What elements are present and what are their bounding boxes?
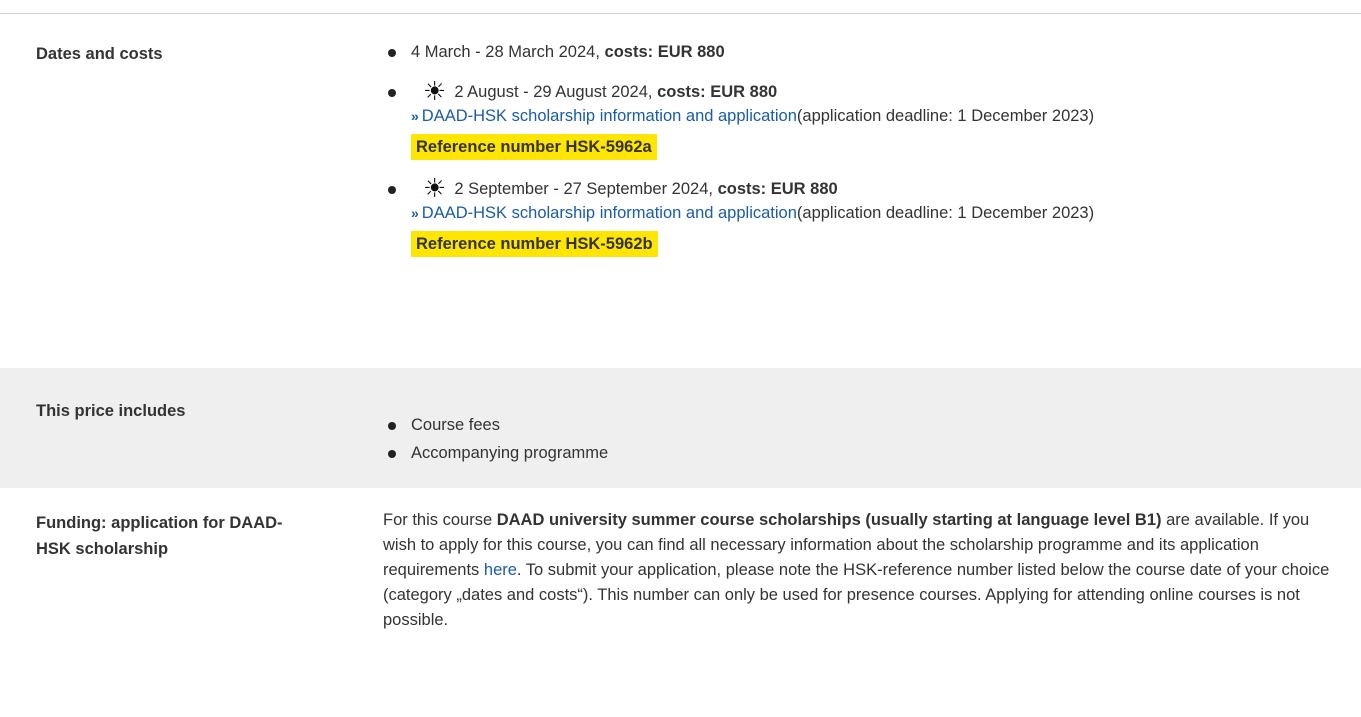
sun-icon: ☀ [423,174,447,204]
application-deadline: (application deadline: 1 December 2023) [796,107,1095,125]
funding-row: Funding: application for DAAD-HSK schola… [0,488,1361,717]
funding-label: Funding: application for DAAD-HSK schola… [36,514,283,558]
here-link[interactable]: here [484,561,517,579]
includes-list: Course fees Accompanying programme [383,413,608,469]
reference-number: Reference number HSK-5962b [411,231,658,257]
double-chevron-right-icon: » [411,108,419,124]
date-range: 2 September - 27 September 2024, [454,180,718,198]
include-item: Accompanying programme [411,444,609,462]
reference-number: Reference number HSK-5962a [411,134,657,160]
dates-costs-row: Dates and costs 4 March - 28 March 2024,… [0,14,1361,368]
date-range: 2 August - 29 August 2024, [454,83,658,101]
sun-icon: ☀ [423,77,447,107]
dates-list: 4 March - 28 March 2024, costs: EUR 880 … [383,40,1094,274]
date-item: ☀ 2 September - 27 September 2024, costs:… [383,174,1095,257]
list-item: Course fees [383,413,608,437]
date-costs: costs: EUR 880 [604,43,725,61]
date-item: ☀ 2 August - 29 August 2024, costs: EUR 8… [383,77,1095,160]
bullet [388,49,396,57]
date-costs: costs: EUR 880 [717,180,838,198]
scholarship-link[interactable]: DAAD-HSK scholarship information and app… [422,204,797,222]
price-includes-row: This price includes Course fees Accompan… [0,368,1361,488]
funding-bold-text: DAAD university summer course scholarshi… [496,511,1162,529]
price-includes-label: This price includes [36,402,186,420]
bullet [388,422,396,430]
funding-text-part: . To submit your application, please not… [383,561,1330,629]
list-item: Accompanying programme [383,441,608,465]
double-chevron-right-icon: » [411,205,419,221]
application-deadline: (application deadline: 1 December 2023) [796,204,1095,222]
include-item: Course fees [411,416,500,434]
bullet [388,450,396,458]
date-costs: costs: EUR 880 [657,83,778,101]
scholarship-link[interactable]: DAAD-HSK scholarship information and app… [422,107,797,125]
bullet [388,89,396,97]
date-item: 4 March - 28 March 2024, costs: EUR 880 [383,40,1094,64]
funding-text: For this course DAAD university summer c… [383,508,1333,633]
dates-costs-label: Dates and costs [36,45,163,63]
funding-text-part: For this course [383,511,497,529]
date-range: 4 March - 28 March 2024, [411,43,605,61]
bullet [388,186,396,194]
